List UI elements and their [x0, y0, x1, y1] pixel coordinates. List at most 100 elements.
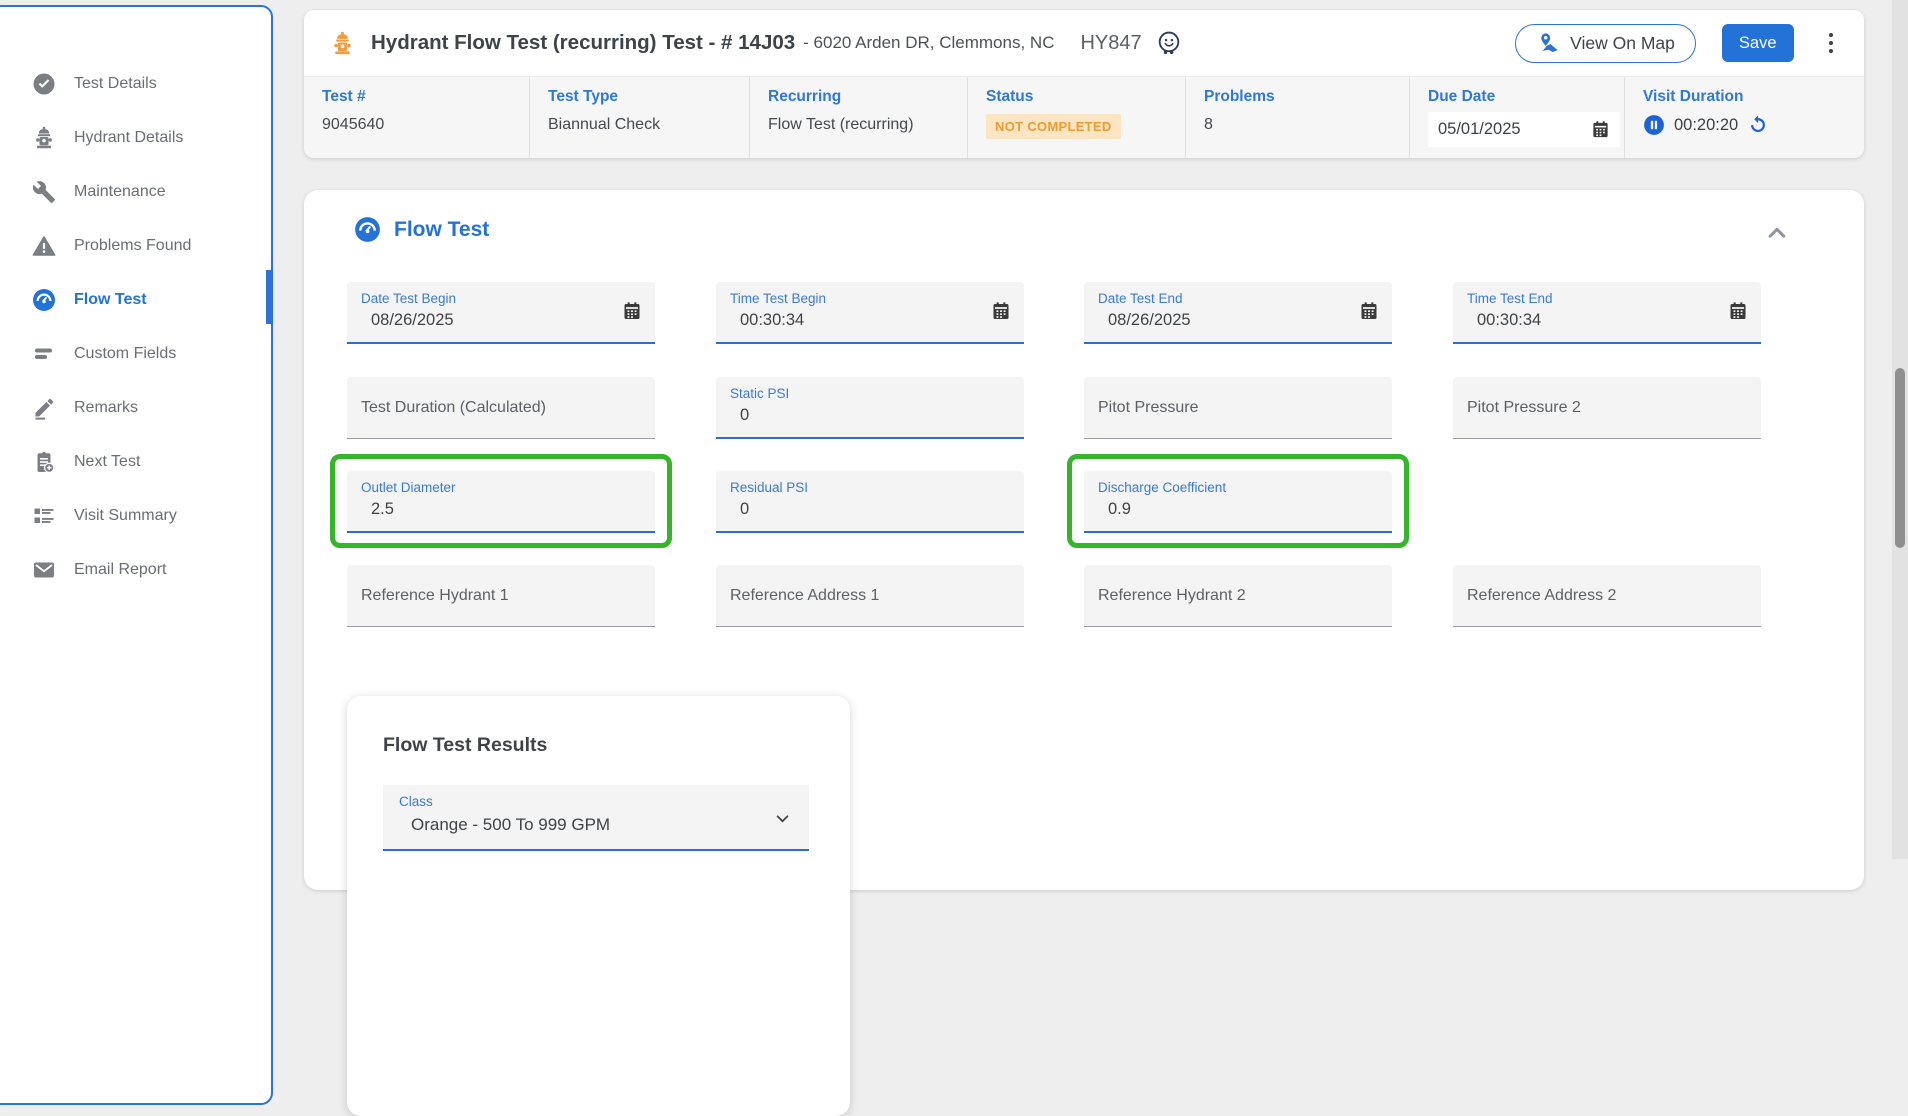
- clipboard-plus-icon: [32, 450, 56, 474]
- field-reference-hydrant-2[interactable]: Reference Hydrant 2: [1084, 565, 1392, 627]
- field-reference-address-1[interactable]: Reference Address 1: [716, 565, 1024, 627]
- field-reference-address-2[interactable]: Reference Address 2: [1453, 565, 1761, 627]
- due-date-input[interactable]: 05/01/2025: [1428, 112, 1620, 147]
- sidebar-item-custom-fields[interactable]: Custom Fields: [0, 327, 271, 381]
- info-value-recurring: Flow Test (recurring): [768, 116, 967, 134]
- pause-icon[interactable]: [1643, 114, 1665, 136]
- info-value-problems: 8: [1204, 116, 1409, 134]
- flow-test-results-card: Flow Test Results Class Orange - 500 To …: [347, 696, 850, 1116]
- sidebar-item-remarks[interactable]: Remarks: [0, 381, 271, 435]
- field-value: Orange - 500 To 999 GPM: [411, 815, 793, 835]
- info-label-status: Status: [986, 88, 1185, 106]
- header-card: Hydrant Flow Test (recurring) Test - # 1…: [304, 10, 1864, 158]
- sidebar-item-label: Custom Fields: [74, 345, 176, 363]
- field-label: Discharge Coefficient: [1098, 480, 1378, 495]
- sidebar-item-label: Remarks: [74, 399, 138, 417]
- sidebar-item-visit-summary[interactable]: Visit Summary: [0, 489, 271, 543]
- calendar-icon[interactable]: [991, 301, 1011, 321]
- check-circle-icon: [32, 72, 56, 96]
- due-date-value: 05/01/2025: [1438, 120, 1521, 139]
- asset-id: HY847: [1080, 32, 1141, 55]
- wrench-icon: [32, 180, 56, 204]
- field-pitot-pressure[interactable]: Pitot Pressure: [1084, 377, 1392, 439]
- hydrant-icon: [330, 30, 355, 57]
- bars-icon: [32, 342, 56, 366]
- sidebar-item-maintenance[interactable]: Maintenance: [0, 165, 271, 219]
- field-discharge-coefficient[interactable]: Discharge Coefficient 0.9: [1084, 471, 1392, 533]
- field-label: Time Test End: [1467, 291, 1747, 306]
- page-title: Hydrant Flow Test (recurring) Test - # 1…: [371, 31, 795, 55]
- field-label: Class: [399, 794, 793, 809]
- scrollbar-track[interactable]: [1892, 0, 1908, 859]
- info-strip: Test # 9045640 Test Type Biannual Check …: [304, 76, 1864, 158]
- field-test-duration[interactable]: Test Duration (Calculated): [347, 377, 655, 439]
- field-label: Pitot Pressure 2: [1467, 399, 1581, 417]
- sidebar-item-hydrant-details[interactable]: Hydrant Details: [0, 111, 271, 165]
- field-pitot-pressure-2[interactable]: Pitot Pressure 2: [1453, 377, 1761, 439]
- field-time-test-end[interactable]: Time Test End 00:30:34: [1453, 282, 1761, 344]
- pencil-icon: [32, 396, 56, 420]
- save-button[interactable]: Save: [1722, 24, 1794, 62]
- field-value: 2.5: [371, 500, 641, 519]
- sidebar-item-label: Problems Found: [74, 237, 191, 255]
- sidebar-item-label: Test Details: [74, 75, 157, 93]
- field-label: Residual PSI: [730, 480, 1010, 495]
- calendar-icon[interactable]: [1591, 120, 1610, 139]
- field-value: 00:30:34: [1477, 311, 1747, 330]
- field-label: Reference Hydrant 1: [361, 587, 509, 605]
- field-date-test-end[interactable]: Date Test End 08/26/2025: [1084, 282, 1392, 344]
- sidebar-item-flow-test[interactable]: Flow Test: [0, 273, 271, 327]
- refresh-icon[interactable]: [1747, 114, 1769, 136]
- field-label: Pitot Pressure: [1098, 399, 1198, 417]
- info-label-problems: Problems: [1204, 88, 1409, 106]
- collapse-chevron-up-icon[interactable]: [1764, 222, 1790, 244]
- field-reference-hydrant-1[interactable]: Reference Hydrant 1: [347, 565, 655, 627]
- sidebar-item-test-details[interactable]: Test Details: [0, 57, 271, 111]
- sidebar-item-problems-found[interactable]: Problems Found: [0, 219, 271, 273]
- sidebar-item-label: Maintenance: [74, 183, 166, 201]
- view-on-map-label: View On Map: [1570, 33, 1675, 54]
- field-value: 08/26/2025: [371, 311, 641, 330]
- field-label: Reference Hydrant 2: [1098, 587, 1246, 605]
- scrollbar-thumb[interactable]: [1895, 368, 1905, 548]
- field-value: 0: [740, 406, 1010, 425]
- info-label-visit-duration: Visit Duration: [1643, 88, 1864, 106]
- waze-icon[interactable]: [1156, 29, 1182, 57]
- hydrant-icon: [32, 126, 56, 150]
- field-static-psi[interactable]: Static PSI 0: [716, 377, 1024, 439]
- field-date-test-begin[interactable]: Date Test Begin 08/26/2025: [347, 282, 655, 344]
- map-pin-icon: [1536, 32, 1560, 54]
- info-label-recurring: Recurring: [768, 88, 967, 106]
- section-title: Flow Test: [394, 218, 489, 242]
- field-value: 0: [740, 500, 1010, 519]
- info-label-test-number: Test #: [322, 88, 529, 106]
- field-label: Outlet Diameter: [361, 480, 641, 495]
- class-select[interactable]: Class Orange - 500 To 999 GPM: [383, 785, 809, 851]
- field-label: Reference Address 1: [730, 587, 879, 605]
- field-outlet-diameter[interactable]: Outlet Diameter 2.5: [347, 471, 655, 533]
- info-label-test-type: Test Type: [548, 88, 749, 106]
- field-label: Date Test End: [1098, 291, 1378, 306]
- sidebar-item-label: Email Report: [74, 561, 166, 579]
- calendar-icon[interactable]: [1359, 301, 1379, 321]
- info-value-test-number: 9045640: [322, 116, 529, 134]
- summary-list-icon: [32, 504, 56, 528]
- kebab-menu-icon[interactable]: [1824, 28, 1839, 59]
- field-label: Reference Address 2: [1467, 587, 1616, 605]
- sidebar: Test Details Hydrant Details Maintenance…: [0, 5, 273, 1105]
- field-time-test-begin[interactable]: Time Test Begin 00:30:34: [716, 282, 1024, 344]
- gauge-icon: [32, 288, 56, 312]
- warning-triangle-icon: [32, 234, 56, 258]
- sidebar-item-next-test[interactable]: Next Test: [0, 435, 271, 489]
- sidebar-item-label: Flow Test: [74, 291, 147, 309]
- field-residual-psi[interactable]: Residual PSI 0: [716, 471, 1024, 533]
- field-label: Static PSI: [730, 386, 1010, 401]
- field-label: Time Test Begin: [730, 291, 1010, 306]
- calendar-icon[interactable]: [622, 301, 642, 321]
- sidebar-item-email-report[interactable]: Email Report: [0, 543, 271, 597]
- chevron-down-icon: [772, 810, 793, 828]
- info-value-test-type: Biannual Check: [548, 116, 749, 134]
- view-on-map-button[interactable]: View On Map: [1515, 24, 1696, 63]
- field-value: 00:30:34: [740, 311, 1010, 330]
- calendar-icon[interactable]: [1728, 301, 1748, 321]
